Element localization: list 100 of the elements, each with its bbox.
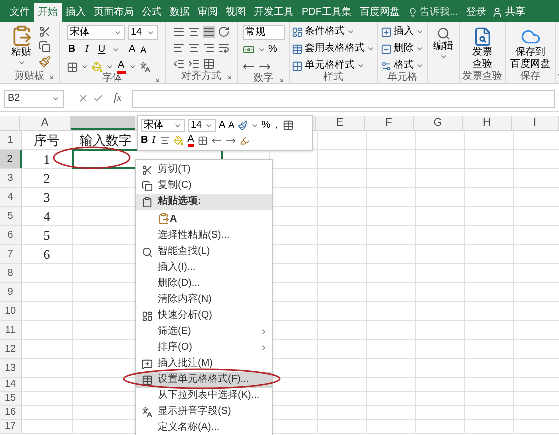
ribbon-tab[interactable]: 视图 — [222, 3, 250, 22]
percent-button[interactable]: % — [262, 120, 271, 130]
shrink-font-button[interactable]: A — [140, 46, 147, 54]
paste-option-button[interactable]: A — [158, 213, 178, 225]
menu-item[interactable]: 清除内容(N) — [136, 292, 272, 308]
menu-item[interactable]: 排序(O) — [136, 340, 272, 356]
center-icon[interactable] — [160, 136, 170, 146]
ribbon-menu-button[interactable]: 插入 — [381, 25, 424, 39]
fill-color-icon[interactable] — [174, 136, 184, 146]
ribbon-tab[interactable]: 插入 — [62, 3, 90, 22]
menu-item[interactable]: 选择性粘贴(S)... — [136, 228, 272, 244]
menu-item[interactable]: 删除(D)... — [136, 276, 272, 292]
font-size-field[interactable]: 14 — [188, 119, 216, 132]
font-color-button[interactable]: A — [117, 60, 126, 74]
number-format-field[interactable]: 常规 — [242, 25, 284, 40]
ribbon-tab[interactable]: PDF工具集 — [298, 3, 356, 22]
ribbon-menu-button[interactable]: 单元格样式 — [292, 59, 375, 73]
ribbon-large-button[interactable]: 保存到 百度网盘 — [508, 25, 552, 71]
column-header[interactable] — [71, 116, 135, 130]
font-size-field[interactable]: 14 — [128, 25, 158, 40]
percent-button[interactable]: % — [268, 45, 278, 55]
phonetic-icon[interactable] — [140, 62, 151, 72]
row-header[interactable]: 11 — [0, 321, 22, 339]
row-header[interactable]: 16 — [0, 406, 22, 419]
dialog-launcher-icon[interactable] — [226, 74, 233, 81]
row-header[interactable]: 17 — [0, 420, 22, 433]
bold-button[interactable]: B — [67, 45, 77, 55]
sign-in-link[interactable]: 登录 — [466, 3, 486, 22]
row-header[interactable]: 14 — [0, 378, 22, 391]
dialog-launcher-icon[interactable] — [278, 77, 285, 84]
menu-item[interactable]: 智能查找(L) — [136, 244, 272, 260]
currency-icon[interactable] — [242, 44, 254, 56]
format-painter-icon[interactable] — [240, 136, 250, 146]
menu-item[interactable]: 插入(I)... — [136, 260, 272, 276]
copy-icon[interactable] — [38, 41, 50, 53]
wrap-text-icon[interactable] — [218, 42, 230, 54]
name-box[interactable]: B2 — [4, 90, 64, 108]
ribbon-tab[interactable]: 开始 — [34, 3, 62, 22]
ribbon-tab[interactable]: 百度网盘 — [356, 3, 404, 22]
menu-item[interactable]: 定义名称(A)... — [136, 420, 272, 435]
border-icon[interactable] — [198, 136, 208, 146]
menu-item[interactable]: 设置单元格格式(F)... — [136, 372, 272, 388]
dialog-launcher-icon[interactable] — [154, 77, 161, 84]
italic-button[interactable]: I — [152, 136, 156, 146]
font-name-field[interactable]: 宋体 — [67, 25, 125, 40]
grow-font-button[interactable]: A — [219, 120, 226, 130]
menu-item[interactable]: 从下拉列表中选择(K)... — [136, 388, 272, 404]
menu-item[interactable]: 插入批注(M) — [136, 356, 272, 372]
ribbon-tab[interactable]: 审阅 — [194, 3, 222, 22]
row-header[interactable]: 5 — [0, 207, 22, 225]
ribbon-tab[interactable]: 页面布局 — [90, 3, 138, 22]
row-header[interactable]: 4 — [0, 188, 22, 206]
paste-button[interactable]: 粘贴 — [8, 25, 34, 67]
format-painter-icon[interactable] — [38, 56, 50, 68]
menu-item[interactable]: 复制(C) — [136, 178, 272, 194]
menu-item[interactable]: 剪切(T) — [136, 162, 272, 178]
font-color-button[interactable]: A — [188, 135, 194, 147]
orientation-icon[interactable] — [218, 26, 230, 38]
underline-button[interactable]: U — [97, 45, 107, 55]
row-header[interactable]: 3 — [0, 169, 22, 187]
ribbon-menu-button[interactable]: 套用表格格式 — [292, 42, 375, 56]
ribbon-menu-button[interactable]: 删除 — [381, 42, 424, 56]
menu-item[interactable]: 快速分析(Q) — [136, 308, 272, 324]
bold-button[interactable]: B — [141, 136, 148, 146]
ribbon-tab[interactable]: 开发工具 — [250, 3, 298, 22]
italic-button[interactable]: I — [82, 45, 92, 55]
insert-function-button[interactable]: fx — [108, 90, 128, 107]
row-header[interactable]: 1 — [0, 131, 22, 149]
enter-icon[interactable] — [93, 93, 104, 104]
decrease-indent-icon[interactable] — [173, 58, 185, 70]
row-header[interactable]: 12 — [0, 340, 22, 358]
align-left-icon[interactable] — [173, 42, 185, 54]
ribbon-menu-button[interactable]: 格式 — [381, 59, 424, 73]
middle-align-icon[interactable] — [188, 26, 200, 38]
menu-item[interactable]: 筛选(E) — [136, 324, 272, 340]
ribbon-tab[interactable]: 文件 — [6, 3, 34, 22]
row-header[interactable]: 2 — [0, 150, 22, 168]
increase-indent-icon[interactable] — [188, 58, 200, 70]
row-header[interactable]: 9 — [0, 283, 22, 301]
cut-icon[interactable] — [38, 26, 50, 38]
share-button[interactable]: 共享 — [492, 3, 526, 22]
bottom-align-icon[interactable] — [203, 26, 215, 38]
cancel-icon[interactable] — [78, 93, 89, 104]
row-header[interactable]: 6 — [0, 226, 22, 244]
top-align-icon[interactable] — [173, 26, 185, 38]
row-header[interactable]: 13 — [0, 359, 22, 377]
fill-color-icon[interactable] — [92, 62, 103, 72]
row-header[interactable]: 15 — [0, 392, 22, 405]
shrink-font-button[interactable]: A — [228, 121, 235, 130]
row-header[interactable]: 10 — [0, 302, 22, 320]
row-header[interactable]: 7 — [0, 245, 22, 263]
border-icon[interactable] — [67, 62, 78, 72]
table-icon[interactable] — [283, 120, 294, 131]
menu-item[interactable]: 显示拼音字段(S) — [136, 404, 272, 420]
comma-button[interactable]: , — [274, 120, 280, 130]
formula-input[interactable] — [132, 90, 555, 108]
ribbon-tab[interactable]: 数据 — [166, 3, 194, 22]
ribbon-menu-button[interactable]: 条件格式 — [292, 25, 375, 39]
align-right-icon[interactable] — [203, 42, 215, 54]
align-center-icon[interactable] — [188, 42, 200, 54]
